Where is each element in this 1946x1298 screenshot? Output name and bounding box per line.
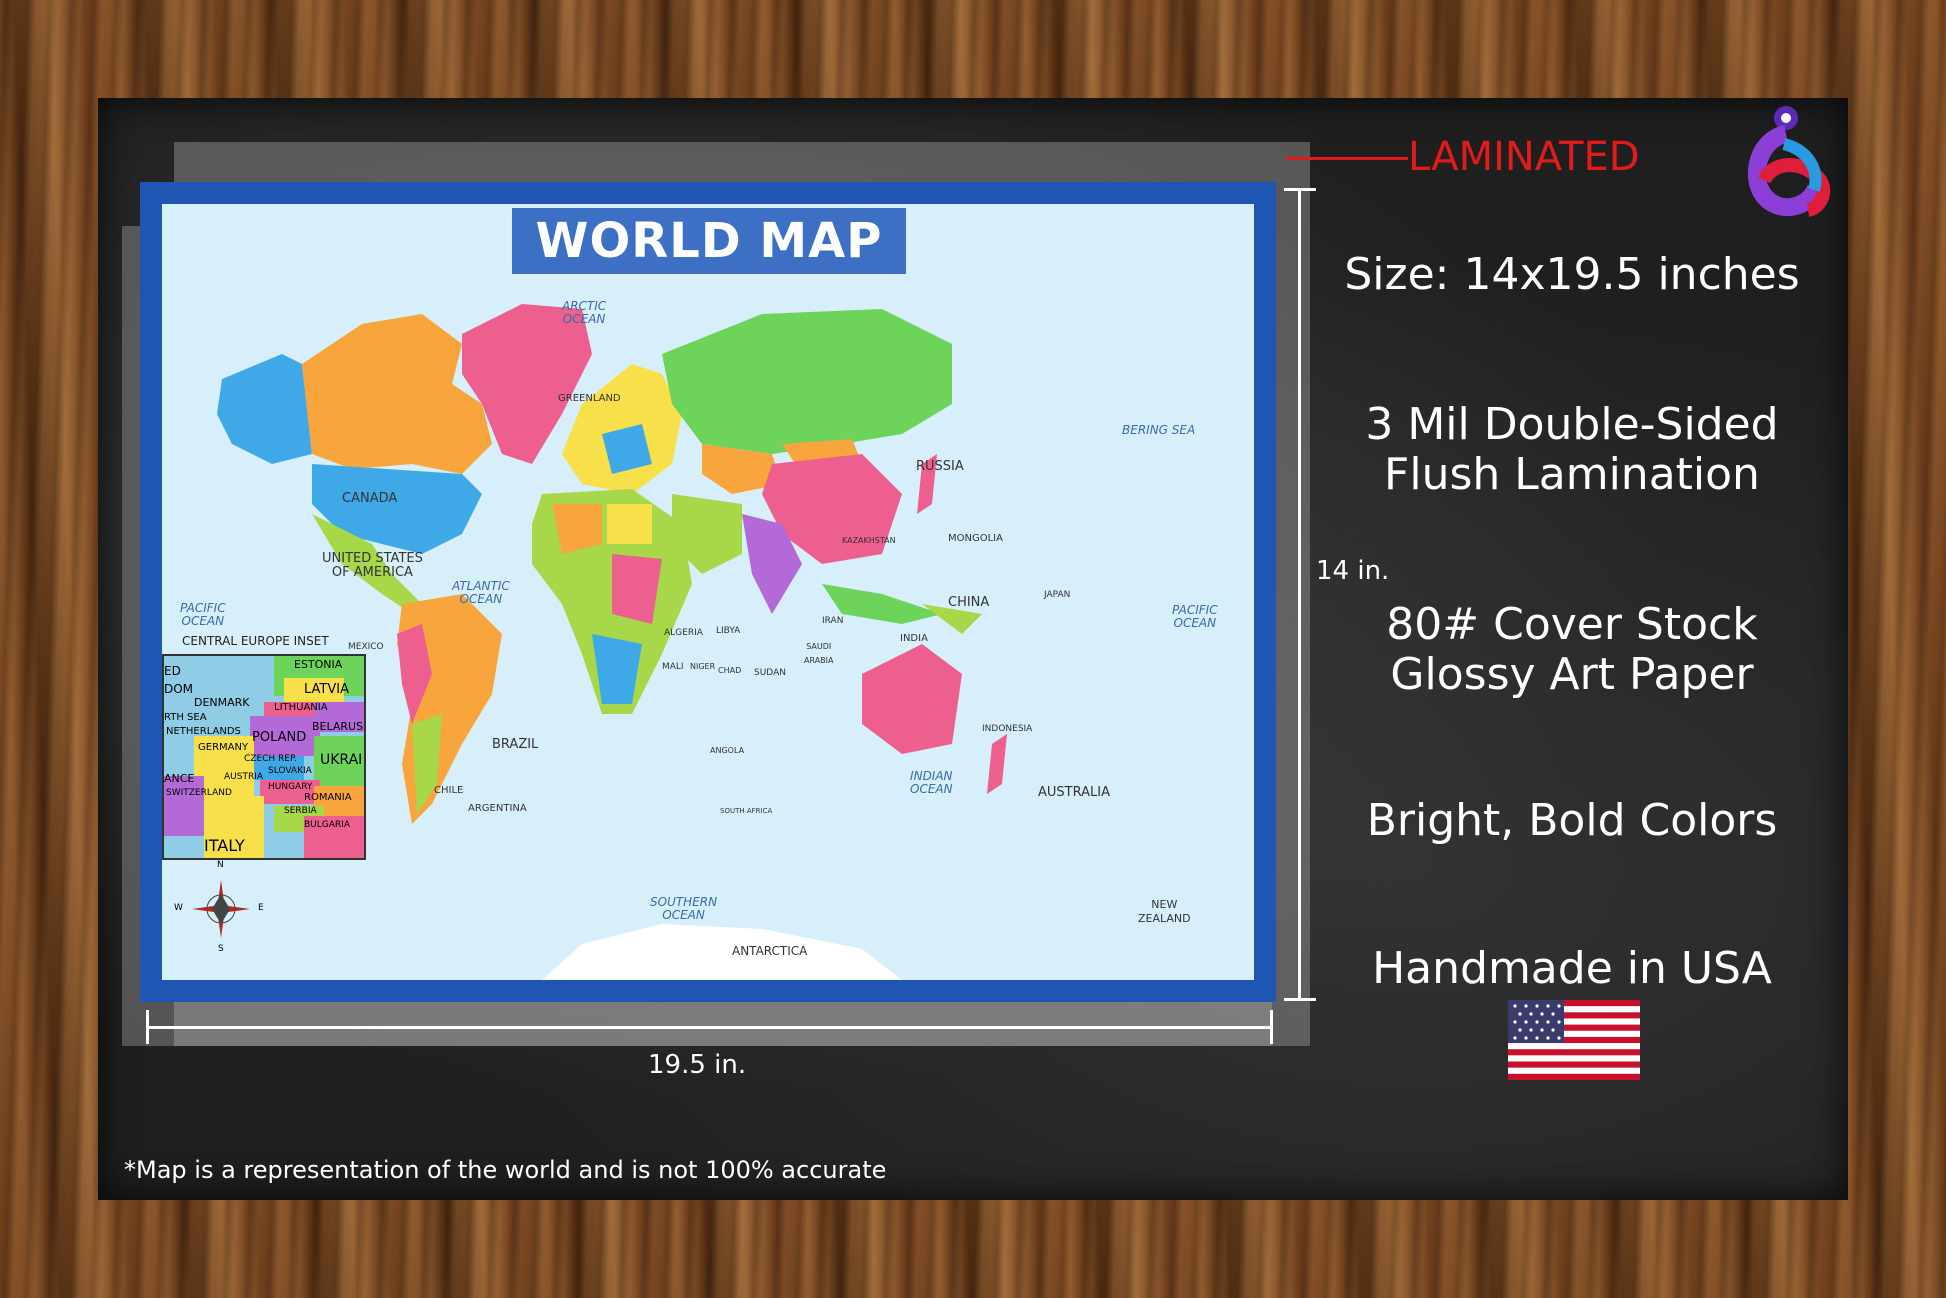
laminated-pointer-line	[1286, 157, 1408, 160]
height-dimension-label: 14 in.	[1316, 556, 1390, 586]
inset-label: ROMANIA	[304, 792, 352, 803]
inset-label: GERMANY	[198, 742, 249, 753]
country-label-mali: MALI	[662, 662, 684, 672]
ocean-label-pacific-west: PACIFIC OCEAN	[180, 601, 226, 628]
spec-colors: Bright, Bold Colors	[1366, 795, 1778, 846]
country-label-argentina: ARGENTINA	[468, 803, 527, 814]
world-map-poster: WORLD MAP ARCTIC OCEAN ATLANTIC OCEAN PA…	[140, 182, 1276, 1002]
country-label-saudi-arabia: SAUDI ARABIA	[804, 642, 834, 665]
ocean-label-bering: BERING SEA	[1122, 423, 1196, 437]
inset-label: ITALY	[204, 836, 245, 855]
country-label-chad: CHAD	[718, 666, 742, 675]
country-label-brazil: BRAZIL	[492, 737, 539, 752]
country-label-algeria: ALGERIA	[664, 628, 703, 638]
world-map-graphic	[217, 304, 1007, 980]
inset-label: CZECH REP.	[244, 754, 297, 764]
country-label-chile: CHILE	[434, 785, 464, 796]
ocean-label-southern: SOUTHERN OCEAN	[650, 895, 718, 922]
antarctica-shape	[542, 924, 902, 980]
inset-label: DOM	[164, 682, 194, 696]
country-label-south-africa: SOUTH AFRICA	[720, 807, 773, 815]
compass-s: S	[218, 944, 224, 954]
disclaimer-footnote: *Map is a representation of the world an…	[124, 1156, 887, 1184]
compass-n: N	[217, 860, 224, 870]
inset-label: LITHUANIA	[274, 702, 328, 713]
country-label-japan: JAPAN	[1044, 590, 1071, 600]
spec-paper: 80# Cover Stock Glossy Art Paper	[1386, 599, 1758, 700]
laminated-label: LAMINATED	[1408, 134, 1640, 180]
inset-title: CENTRAL EUROPE INSET	[182, 634, 329, 648]
russia-shape	[662, 309, 952, 454]
height-dimension-line	[1298, 188, 1301, 1000]
country-label-new-zealand: NEW ZEALAND	[1138, 898, 1191, 925]
inset-label: POLAND	[252, 730, 307, 745]
brand-logo	[1724, 100, 1848, 220]
height-dimension-tick-top	[1284, 188, 1316, 191]
inset-label: LATVIA	[304, 682, 349, 697]
ocean-label-arctic: ARCTIC OCEAN	[562, 299, 607, 326]
inset-label: SERBIA	[284, 806, 317, 816]
country-label-mongolia: MONGOLIA	[948, 533, 1003, 544]
width-dimension-line	[148, 1026, 1272, 1029]
country-label-russia: RUSSIA	[916, 459, 964, 474]
australia-shape	[862, 644, 962, 754]
inset-label: ED	[164, 664, 181, 678]
country-label-libya: LIBYA	[716, 626, 741, 636]
country-label-iran: IRAN	[822, 616, 844, 626]
inset-label: AUSTRIA	[224, 772, 264, 782]
inset-label: BELARUS	[312, 720, 364, 733]
spec-lamination: 3 Mil Double-Sided Flush Lamination	[1365, 399, 1779, 500]
map-title: WORLD MAP	[512, 208, 906, 274]
country-label-kazakhstan: KAZAKHSTAN	[842, 536, 896, 545]
width-dimension-tick-right	[1270, 1010, 1273, 1044]
inset-label: BULGARIA	[304, 820, 350, 830]
spec-made: Handmade in USA	[1372, 943, 1772, 994]
ocean-label-pacific-east: PACIFIC OCEAN	[1172, 603, 1218, 630]
country-label-indonesia: INDONESIA	[982, 724, 1033, 734]
alaska-shape	[217, 354, 312, 464]
spec-size: Size: 14x19.5 inches	[1344, 249, 1800, 300]
country-label-angola: ANGOLA	[710, 746, 745, 755]
country-label-china: CHINA	[948, 595, 990, 610]
inset-label: UKRAI	[320, 752, 363, 768]
inset-label: NETHERLANDS	[166, 726, 241, 737]
usa-flag-icon	[1508, 1000, 1640, 1080]
compass-rose-icon: N S E W	[174, 860, 264, 954]
country-label-sudan: SUDAN	[754, 668, 786, 678]
ocean-label-indian: INDIAN OCEAN	[910, 769, 953, 796]
ocean-label-atlantic: ATLANTIC OCEAN	[452, 579, 510, 606]
country-label-usa: UNITED STATES OF AMERICA	[322, 551, 423, 580]
country-label-antarctica: ANTARCTICA	[732, 944, 808, 958]
inset-label: HUNGARY	[268, 782, 313, 792]
width-dimension-tick-left	[146, 1010, 149, 1044]
country-label-niger: NIGER	[690, 662, 716, 671]
width-dimension-label: 19.5 in.	[648, 1050, 747, 1080]
inset-label: DENMARK	[194, 696, 250, 709]
inset-label: SLOVAKIA	[268, 766, 312, 776]
country-label-india: INDIA	[900, 633, 928, 644]
map-area: WORLD MAP ARCTIC OCEAN ATLANTIC OCEAN PA…	[162, 204, 1254, 980]
height-dimension-tick-bottom	[1284, 998, 1316, 1001]
country-label-australia: AUSTRALIA	[1038, 785, 1110, 800]
country-label-mexico: MEXICO	[348, 642, 384, 652]
inset-label: RTH SEA	[164, 712, 207, 723]
inset-label: ANCE	[164, 772, 195, 785]
compass-w: W	[174, 903, 183, 913]
central-europe-inset: ESTONIA LATVIA DENMARK LITHUANIA NETHERL…	[162, 654, 366, 860]
compass-e: E	[258, 903, 264, 913]
inset-label: ESTONIA	[294, 658, 343, 671]
inset-label: SWITZERLAND	[166, 788, 232, 798]
country-label-canada: CANADA	[342, 491, 398, 506]
country-label-greenland: GREENLAND	[558, 393, 621, 404]
